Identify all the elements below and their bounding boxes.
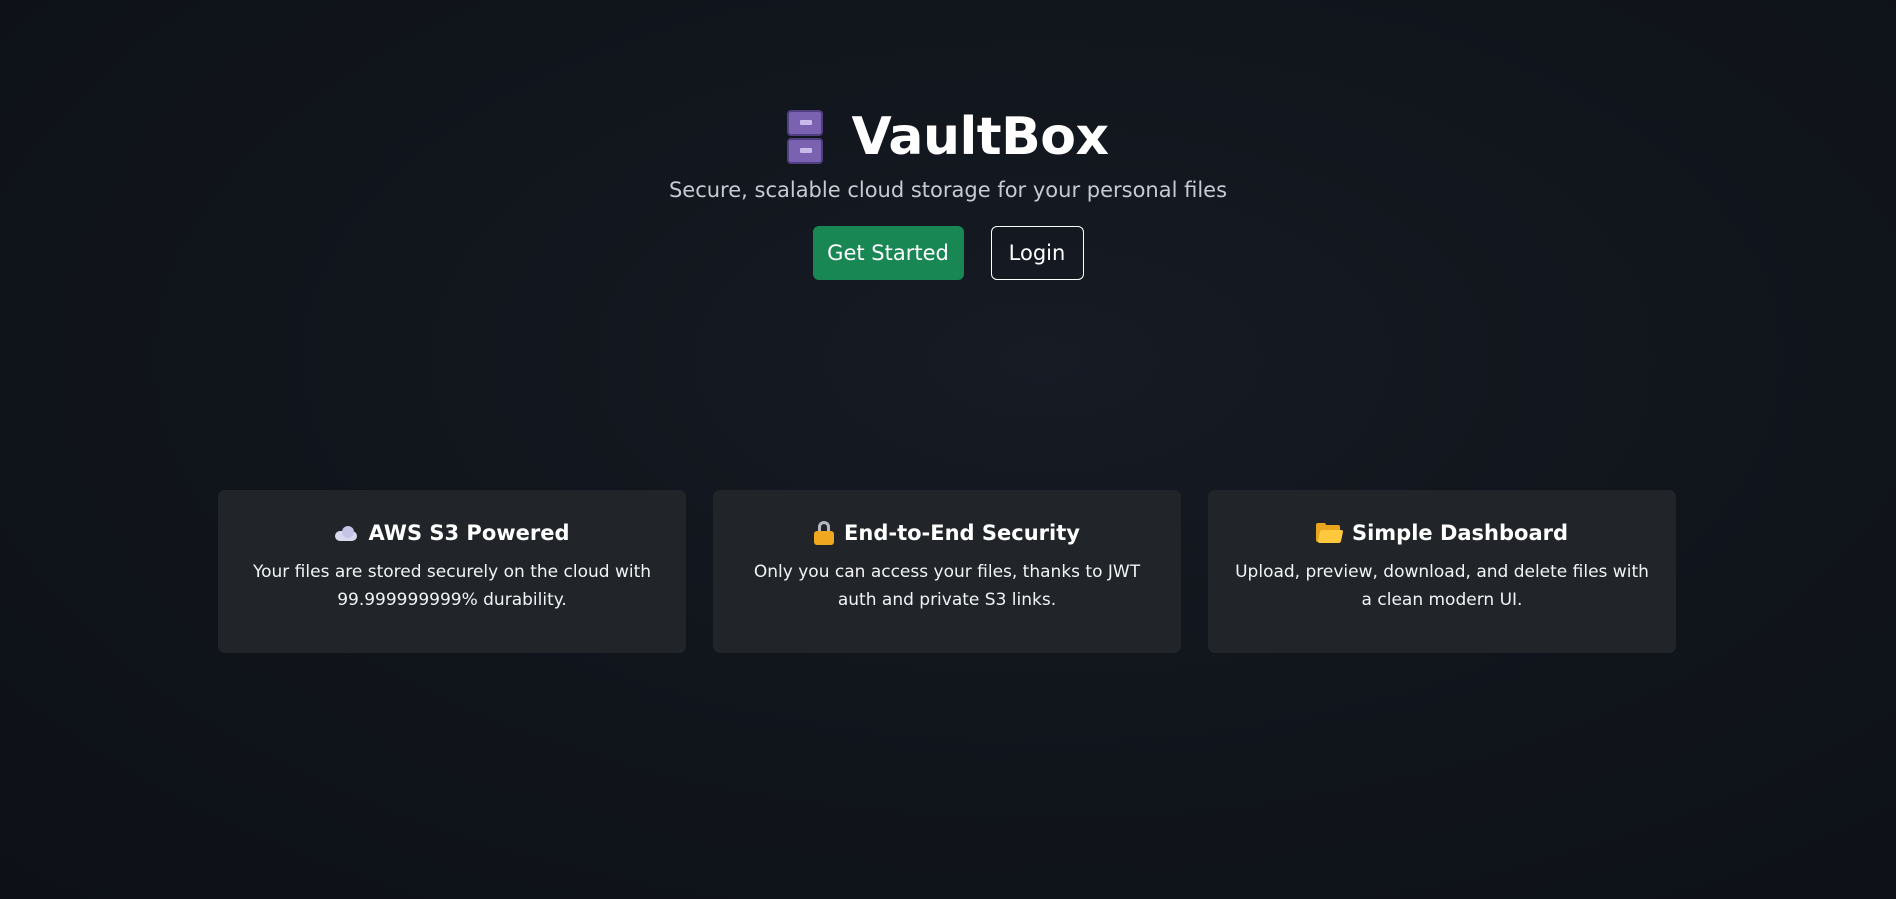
features-section: AWS S3 Powered Your files are stored sec… (218, 490, 1676, 653)
hero-section: VaultBox Secure, scalable cloud storage … (0, 104, 1896, 280)
feature-card-title-row: Simple Dashboard (1232, 518, 1652, 548)
feature-card-description: Your files are stored securely on the cl… (252, 562, 652, 610)
title-row: VaultBox (0, 104, 1896, 170)
feature-card-title-row: End-to-End Security (737, 518, 1157, 548)
file-cabinet-icon (787, 110, 824, 164)
feature-card-title: AWS S3 Powered (368, 521, 570, 545)
feature-card-title-row: AWS S3 Powered (242, 518, 662, 548)
hero-actions: Get Started Login (0, 226, 1896, 280)
folder-icon (1315, 523, 1344, 543)
login-button[interactable]: Login (990, 226, 1084, 280)
feature-card-title: Simple Dashboard (1351, 521, 1569, 545)
app-subtitle: Secure, scalable cloud storage for your … (668, 178, 1228, 202)
feature-card-description: Only you can access your files, thanks t… (753, 562, 1141, 610)
feature-card-dashboard: Simple Dashboard Upload, preview, downlo… (1208, 490, 1676, 653)
lock-body (814, 531, 835, 545)
feature-card-security: End-to-End Security Only you can access … (713, 490, 1181, 653)
feature-card-title: End-to-End Security (844, 521, 1080, 545)
feature-card-aws-s3: AWS S3 Powered Your files are stored sec… (218, 490, 686, 653)
feature-card-description: Upload, preview, download, and delete fi… (1235, 562, 1649, 610)
app-title: VaultBox (851, 107, 1109, 167)
get-started-button[interactable]: Get Started (812, 226, 964, 280)
cabinet-drawer-top (787, 110, 824, 136)
lock-icon (814, 521, 835, 545)
folder-front (1317, 530, 1344, 543)
cabinet-drawer-bottom (787, 138, 824, 164)
cloud-icon (334, 525, 358, 541)
